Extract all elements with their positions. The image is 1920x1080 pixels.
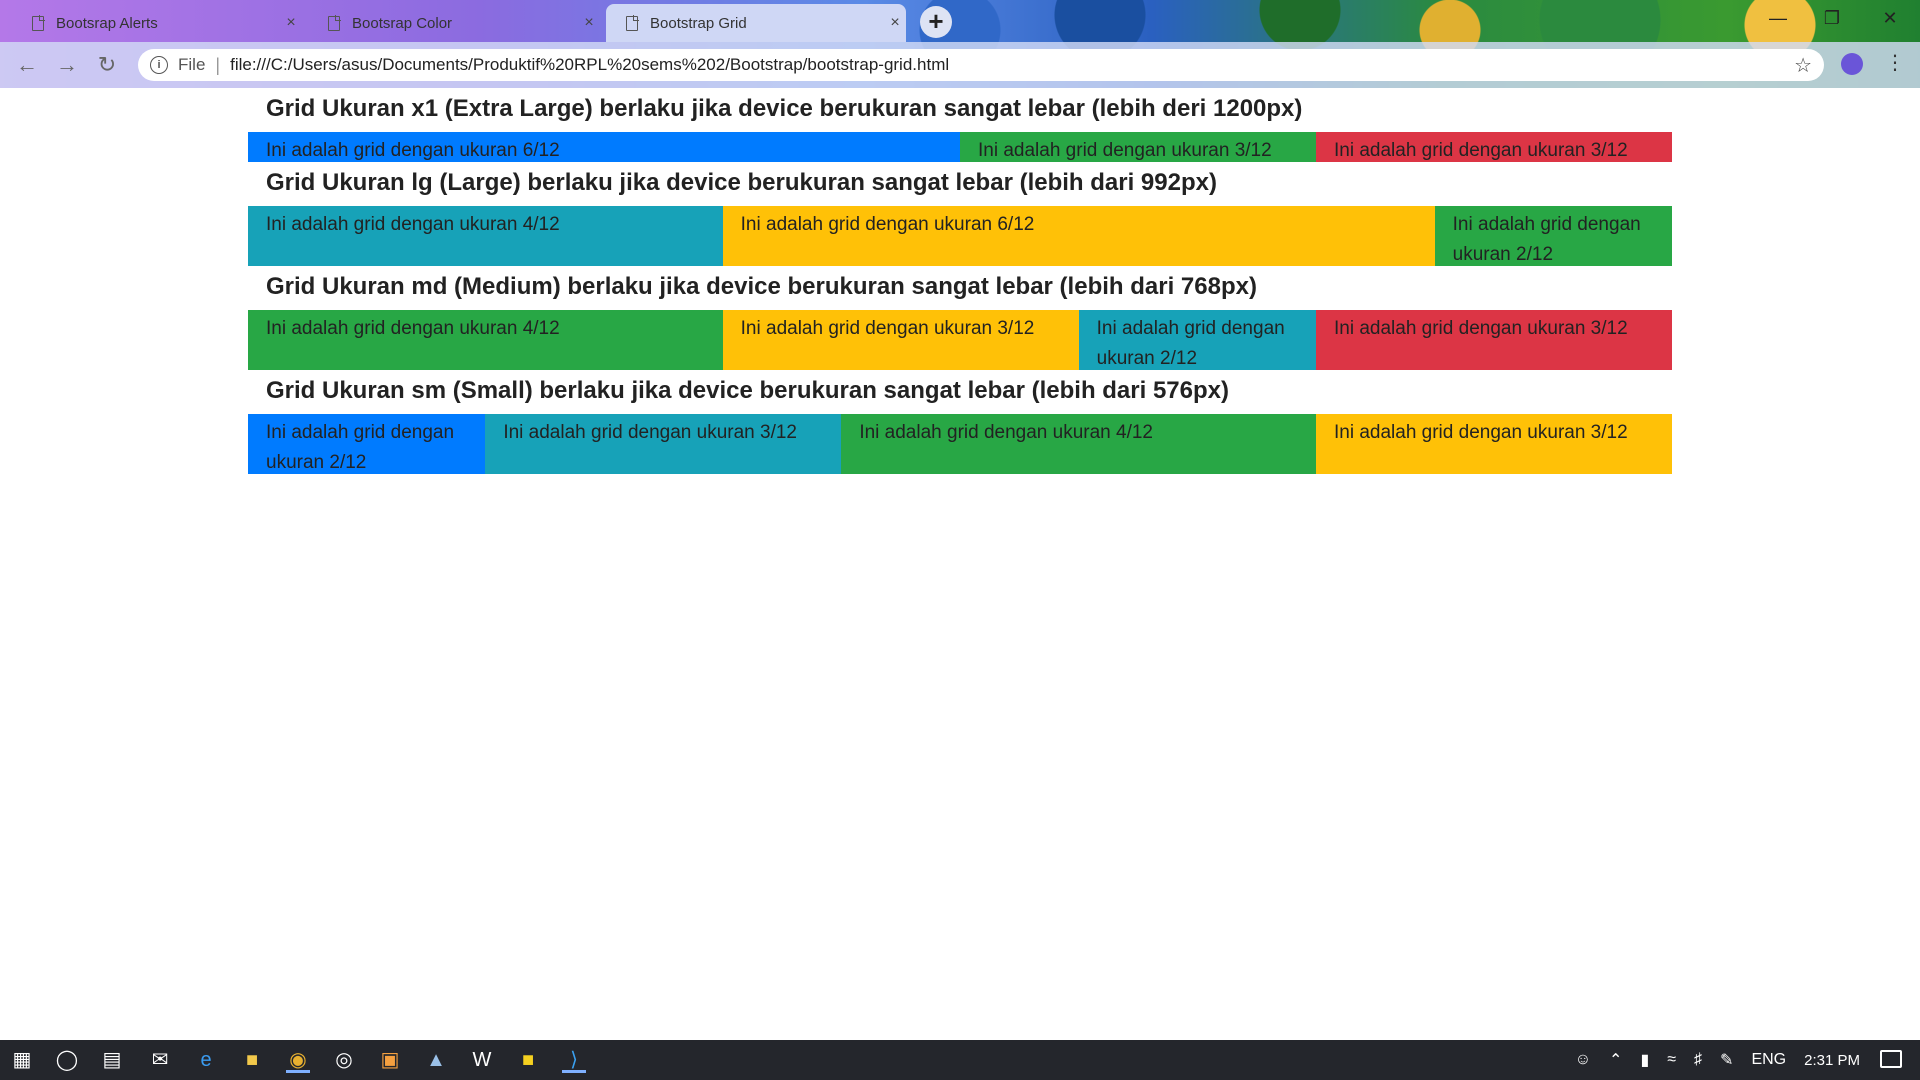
vscode-icon[interactable]: ⟩ — [562, 1048, 586, 1073]
grid-row: Ini adalah grid dengan ukuran 4/12 Ini ad… — [248, 206, 1672, 266]
grid-column: Ini adalah grid dengan ukuran 6/12 — [248, 132, 960, 162]
language-indicator[interactable]: ENG — [1751, 1051, 1786, 1069]
menu-icon[interactable]: ⋮ — [1885, 50, 1905, 75]
search-circle-icon[interactable]: ◯ — [55, 1048, 79, 1072]
app-w-icon[interactable]: W — [470, 1048, 494, 1072]
volume-muted-icon[interactable]: ♯ — [1694, 1051, 1702, 1069]
close-icon[interactable]: × — [280, 14, 302, 32]
chevron-up-icon[interactable]: ⌃ — [1609, 1050, 1622, 1070]
new-tab-button[interactable]: + — [920, 6, 952, 38]
groove-music-icon[interactable]: ◎ — [332, 1048, 356, 1072]
windows-taskbar: ▦ ◯ ▤ ✉ e ■ ◉ ◎ ▣ ▲ W ■ ⟩ ☺ ⌃ ▮ ≈ ♯ ✎ EN… — [0, 1040, 1920, 1080]
browser-chrome: Bootsrap Alerts × Bootsrap Color × Boots… — [0, 0, 1920, 88]
grid-column: Ini adalah grid dengan ukuran 4/12 — [248, 310, 723, 370]
app-orange-icon[interactable]: ▣ — [378, 1048, 402, 1072]
windows-start-icon[interactable]: ▦ — [10, 1048, 34, 1072]
grid-column: Ini adalah grid dengan ukuran 4/12 — [248, 206, 723, 266]
restore-icon[interactable]: ❐ — [1812, 8, 1852, 29]
grid-row: Ini adalah grid dengan ukuran 6/12 Ini ad… — [248, 132, 1672, 162]
tab-title: Bootstrap Grid — [650, 14, 747, 32]
grid-column: Ini adalah grid dengan ukuran 3/12 — [722, 310, 1079, 370]
grid-column: Ini adalah grid dengan ukuran 6/12 — [722, 206, 1435, 266]
address-bar[interactable]: i File | file:///C:/Users/asus/Documents… — [138, 49, 1824, 81]
minimize-icon[interactable]: — — [1758, 8, 1798, 29]
mail-icon[interactable]: ✉ — [148, 1048, 172, 1072]
grid-column: Ini adalah grid dengan ukuran 3/12 — [960, 132, 1316, 162]
tab-title: Bootsrap Alerts — [56, 14, 158, 32]
people-icon[interactable]: ☺ — [1575, 1051, 1591, 1069]
battery-icon[interactable]: ▮ — [1640, 1050, 1649, 1070]
grid-row: Ini adalah grid dengan ukuran 4/12 Ini ad… — [248, 310, 1672, 370]
section-heading: Grid Ukuran lg (Large) berlaku jika devi… — [266, 169, 1217, 196]
back-arrow-icon[interactable]: ← — [12, 50, 42, 80]
grid-column: Ini adalah grid dengan ukuran 2/12 — [1434, 206, 1672, 266]
grid-column: Ini adalah grid dengan ukuran 3/12 — [1316, 132, 1672, 162]
system-tray: ☺ ⌃ ▮ ≈ ♯ ✎ ENG 2:31 PM — [1575, 1040, 1860, 1080]
close-icon[interactable]: × — [884, 14, 906, 32]
chrome-icon[interactable]: ◉ — [286, 1048, 310, 1073]
grid-column: Ini adalah grid dengan ukuran 2/12 — [1078, 310, 1316, 370]
section-heading: Grid Ukuran sm (Small) berlaku jika devi… — [266, 377, 1229, 404]
edge-icon[interactable]: e — [194, 1048, 218, 1072]
app-blue-icon[interactable]: ▲ — [424, 1048, 448, 1072]
window-close-icon[interactable]: ✕ — [1870, 8, 1910, 29]
forward-arrow-icon[interactable]: → — [52, 50, 82, 80]
page-content: Grid Ukuran x1 (Extra Large) berlaku jik… — [248, 88, 1672, 474]
notification-icon[interactable] — [1880, 1050, 1902, 1068]
grid-column: Ini adalah grid dengan ukuran 3/12 — [485, 414, 842, 474]
url-text[interactable]: file:///C:/Users/asus/Documents/Produkti… — [230, 55, 949, 75]
scheme-label: File — [178, 55, 206, 74]
star-icon[interactable]: ☆ — [1794, 53, 1812, 78]
grid-column: Ini adalah grid dengan ukuran 3/12 — [1315, 414, 1672, 474]
profile-icon[interactable] — [1841, 53, 1863, 75]
tab-bootsrap-color[interactable]: Bootsrap Color × — [308, 6, 600, 40]
info-icon[interactable]: i — [150, 56, 168, 74]
tab-bootstrap-grid[interactable]: Bootstrap Grid × — [606, 4, 906, 42]
address-separator: | — [215, 54, 221, 75]
close-icon[interactable]: × — [578, 14, 600, 32]
grid-column: Ini adalah grid dengan ukuran 4/12 — [841, 414, 1316, 474]
task-view-icon[interactable]: ▤ — [100, 1048, 124, 1072]
document-icon — [328, 14, 341, 31]
document-icon — [626, 14, 639, 31]
grid-column: Ini adalah grid dengan ukuran 2/12 — [248, 414, 486, 474]
file-explorer-icon[interactable]: ■ — [240, 1048, 264, 1072]
reload-icon[interactable]: ↻ — [92, 50, 122, 80]
tab-title: Bootsrap Color — [352, 14, 453, 32]
section-heading: Grid Ukuran x1 (Extra Large) berlaku jik… — [266, 95, 1303, 122]
grid-row: Ini adalah grid dengan ukuran 2/12 Ini ad… — [248, 414, 1672, 474]
document-icon — [32, 14, 45, 31]
tab-bootsrap-alerts[interactable]: Bootsrap Alerts × — [12, 6, 302, 40]
section-heading: Grid Ukuran md (Medium) berlaku jika dev… — [266, 273, 1257, 300]
grid-column: Ini adalah grid dengan ukuran 3/12 — [1315, 310, 1672, 370]
clock[interactable]: 2:31 PM — [1804, 1052, 1860, 1069]
sticky-notes-icon[interactable]: ■ — [516, 1048, 540, 1072]
pen-icon[interactable]: ✎ — [1720, 1050, 1733, 1070]
wifi-icon[interactable]: ≈ — [1667, 1051, 1676, 1069]
